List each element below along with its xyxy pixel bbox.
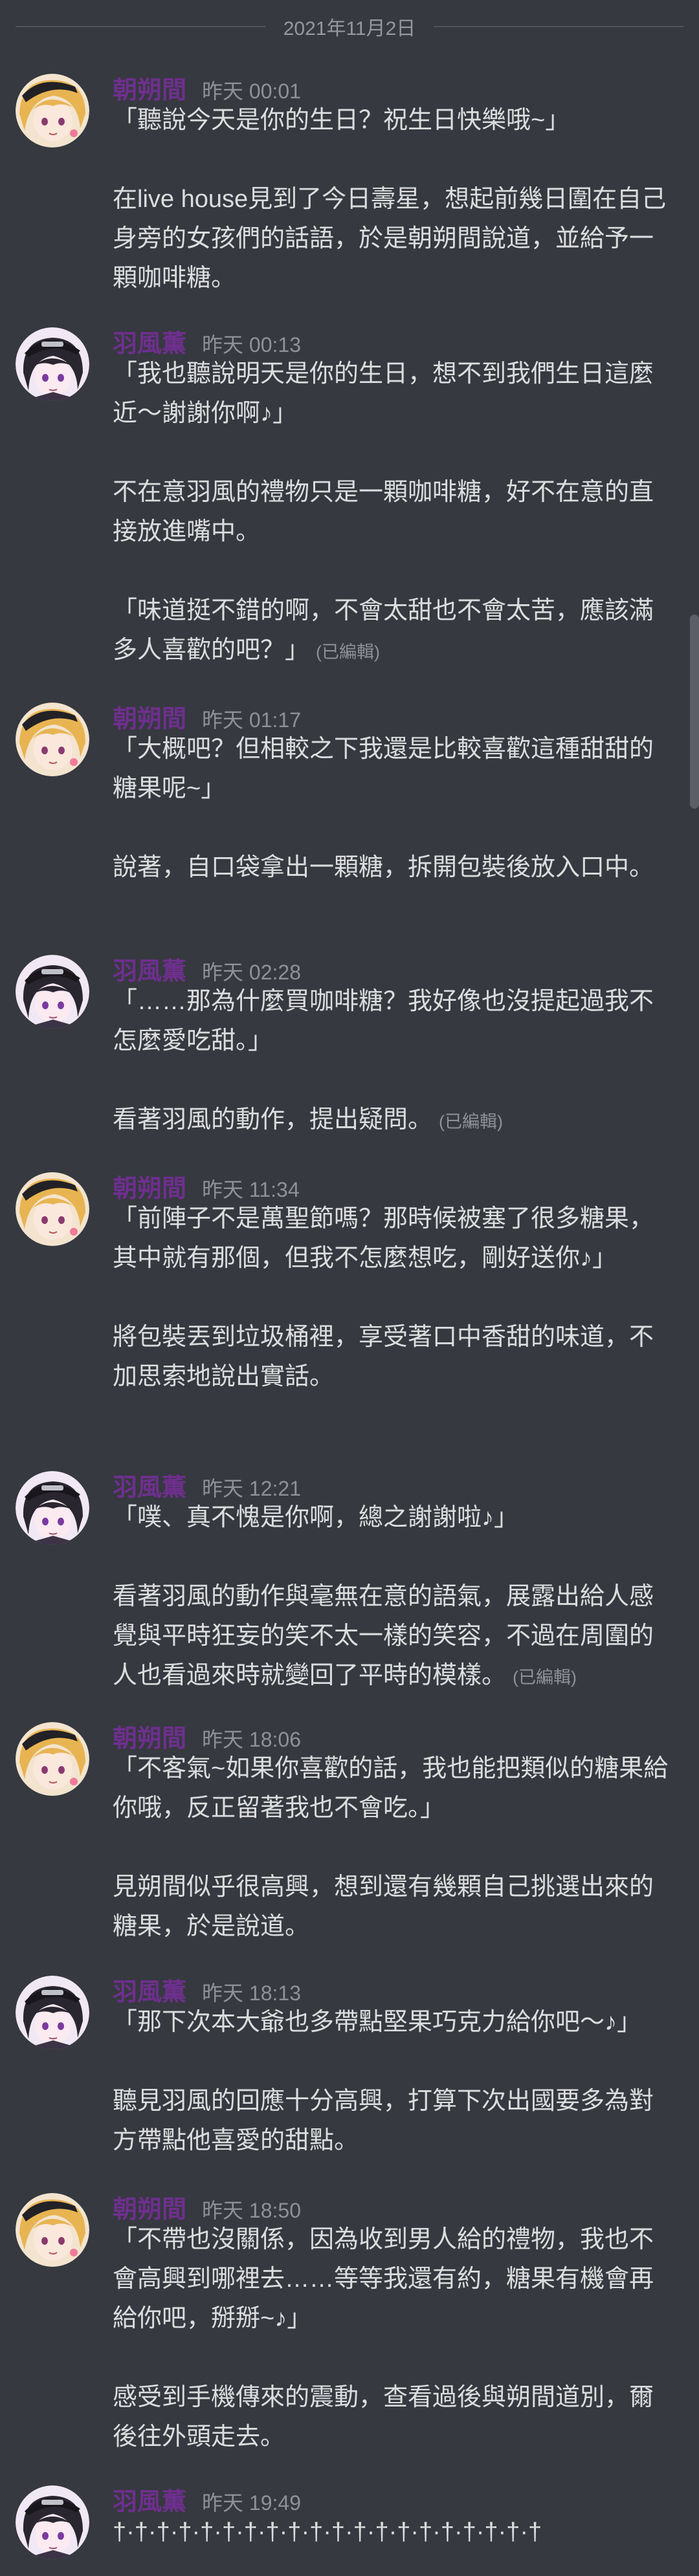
message-header: 朝朔間 昨天 11:34 (113, 1168, 677, 1203)
message-text: 「我也聽說明天是你的生日，想不到我們生日這麼近～謝謝你啊♪」 (113, 360, 654, 427)
message-content: 朝朔間 昨天 01:17 「大概吧？但相較之下我還是比較喜歡這種甜甜的糖果呢~」說著… (113, 699, 677, 888)
username[interactable]: 羽風薫 (113, 1972, 186, 2007)
message-content: 朝朔間 昨天 00:01 「聽說今天是你的生日？祝生日快樂哦~」在live hous… (113, 70, 677, 298)
message-content: 羽風薫 昨天 19:49 †·†·†·†·†·†·†·†·†·†·†·†·†·†·†… (113, 2482, 677, 2552)
message-text: 「噗、真不愧是你啊，總之謝謝啦♪」 (113, 1504, 519, 1531)
divider-line-right (434, 26, 684, 27)
username[interactable]: 朝朔間 (113, 2189, 186, 2225)
message-header: 羽風薫 昨天 12:21 (113, 1467, 677, 1501)
username[interactable]: 羽風薫 (113, 2482, 186, 2517)
message-content: 朝朔間 昨天 11:34 「前陣子不是萬聖節嗎？那時候被塞了很多糖果，其中就有那個，… (113, 1168, 677, 1397)
message-text: 聽見羽風的回應十分高興，打算下次出國要多為對方帶點他喜愛的甜點。 (113, 2088, 654, 2154)
message-text: 「……那為什麼買咖啡糖？我好像也沒提起過我不怎麼愛吃甜。」 (113, 988, 654, 1054)
username[interactable]: 朝朔間 (113, 70, 186, 105)
dark-haired-character-avatar[interactable] (16, 327, 89, 401)
message-header: 羽風薫 昨天 18:13 (113, 1972, 677, 2006)
message-text: 「味道挺不錯的啊，不會太甜也不會太苦，應該滿多人喜歡的吧？」 (已編輯) (113, 597, 654, 664)
blonde-character-avatar[interactable] (16, 1172, 89, 1246)
message-text: 看著羽風的動作與毫無在意的語氣，展露出給人感覺與平時狂妄的笑不太一樣的笑容，不過… (113, 1583, 654, 1689)
chat-message: 羽風薫 昨天 18:13 「那下次本大爺也多帶點堅果巧克力給你吧～♪」聽見羽風的回應… (0, 1972, 690, 2161)
scrollbar-thumb[interactable] (690, 615, 699, 809)
chat-message: 羽風薫 昨天 19:49 †·†·†·†·†·†·†·†·†·†·†·†·†·†·†… (0, 2482, 690, 2559)
date-divider: 2021年11月2日 (16, 16, 684, 39)
message-content: 朝朔間 昨天 18:50 「不帶也沒關係，因為收到男人給的禮物，我也不會高興到哪裡去… (113, 2189, 677, 2457)
dark-haired-character-avatar[interactable] (16, 1471, 89, 1545)
message-header: 朝朔間 昨天 18:06 (113, 1718, 677, 1752)
message-content: 羽風薫 昨天 18:13 「那下次本大爺也多帶點堅果巧克力給你吧～♪」聽見羽風的回應… (113, 1972, 677, 2161)
username[interactable]: 朝朔間 (113, 1718, 186, 1754)
message-text: 「聽說今天是你的生日？祝生日快樂哦~」 (113, 107, 570, 134)
dark-haired-character-avatar[interactable] (16, 955, 89, 1029)
message-content: 羽風薫 昨天 00:13 「我也聽說明天是你的生日，想不到我們生日這麼近～謝謝你啊♪… (113, 323, 677, 672)
message-header: 羽風薫 昨天 19:49 (113, 2482, 677, 2516)
message-text: †·†·†·†·†·†·†·†·†·†·†·†·†·†·†·†·†·†·†·† (113, 2518, 542, 2546)
dark-haired-character-avatar[interactable] (16, 2485, 89, 2559)
message-content: 朝朔間 昨天 18:06 「不客氣~如果你喜歡的話，我也能把類似的糖果給你哦，反正留… (113, 1718, 677, 1947)
message-text: 感受到手機傳來的震動，查看過後與朔間道別，爾後往外頭走去。 (113, 2384, 654, 2450)
message-header: 朝朔間 昨天 01:17 (113, 699, 677, 733)
username[interactable]: 朝朔間 (113, 699, 186, 734)
edited-label: (已編輯) (513, 1668, 577, 1687)
chat-message: 朝朔間 昨天 11:34 「前陣子不是萬聖節嗎？那時候被塞了很多糖果，其中就有那個，… (0, 1168, 690, 1397)
message-text: 「那下次本大爺也多帶點堅果巧克力給你吧～♪」 (113, 2009, 642, 2036)
username[interactable]: 羽風薫 (113, 1467, 186, 1503)
blonde-character-avatar[interactable] (16, 2193, 89, 2267)
dark-haired-character-avatar[interactable] (16, 1976, 89, 2049)
blonde-character-avatar[interactable] (16, 703, 89, 776)
message-header: 羽風薫 昨天 02:28 (113, 951, 677, 985)
chat-message: 朝朔間 昨天 01:17 「大概吧？但相較之下我還是比較喜歡這種甜甜的糖果呢~」說著… (0, 699, 690, 888)
message-text: 將包裝丟到垃圾桶裡，享受著口中香甜的味道，不加思索地說出實話。 (113, 1324, 654, 1390)
message-text: 「不客氣~如果你喜歡的話，我也能把類似的糖果給你哦，反正留著我也不會吃。」 (113, 1755, 669, 1822)
message-content: 羽風薫 昨天 02:28 「……那為什麼買咖啡糖？我好像也沒提起過我不怎麼愛吃甜。」… (113, 951, 677, 1142)
message-text: 「不帶也沒關係，因為收到男人給的禮物，我也不會高興到哪裡去……等等我還有約，糖果… (113, 2226, 654, 2332)
chat-message: 羽風薫 昨天 02:28 「……那為什麼買咖啡糖？我好像也沒提起過我不怎麼愛吃甜。」… (0, 951, 690, 1142)
message-text: 說著，自口袋拿出一顆糖，拆開包裝後放入口中。 (113, 854, 654, 881)
blonde-character-avatar[interactable] (16, 1722, 89, 1796)
blonde-character-avatar[interactable] (16, 74, 89, 147)
message-text: 「前陣子不是萬聖節嗎？那時候被塞了很多糖果，其中就有那個，但我不怎麼想吃，剛好送… (113, 1205, 654, 1272)
username[interactable]: 羽風薫 (113, 951, 186, 987)
divider-date: 2021年11月2日 (283, 18, 416, 39)
username[interactable]: 朝朔間 (113, 1168, 186, 1204)
message-text: 在live house見到了今日壽星，想起前幾日圍在自己身旁的女孩們的話語，於是… (113, 186, 667, 292)
chat-message: 羽風薫 昨天 00:13 「我也聽說明天是你的生日，想不到我們生日這麼近～謝謝你啊♪… (0, 323, 690, 672)
chat-message: 朝朔間 昨天 18:06 「不客氣~如果你喜歡的話，我也能把類似的糖果給你哦，反正留… (0, 1718, 690, 1947)
edited-label: (已編輯) (439, 1112, 503, 1131)
message-header: 羽風薫 昨天 00:13 (113, 323, 677, 358)
chat-message: 羽風薫 昨天 12:21 「噗、真不愧是你啊，總之謝謝啦♪」看著羽風的動作與毫無在意… (0, 1467, 690, 1697)
message-text: 不在意羽風的禮物只是一顆咖啡糖，好不在意的直接放進嘴中。 (113, 479, 654, 545)
divider-line-left (16, 26, 265, 27)
message-content: 羽風薫 昨天 12:21 「噗、真不愧是你啊，總之謝謝啦♪」看著羽風的動作與毫無在意… (113, 1467, 677, 1697)
chat-message: 朝朔間 昨天 18:50 「不帶也沒關係，因為收到男人給的禮物，我也不會高興到哪裡去… (0, 2189, 690, 2457)
message-header: 朝朔間 昨天 00:01 (113, 70, 677, 104)
message-text: 「大概吧？但相較之下我還是比較喜歡這種甜甜的糖果呢~」 (113, 736, 654, 802)
message-text: 看著羽風的動作，提出疑問。 (已編輯) (113, 1106, 503, 1133)
username[interactable]: 羽風薫 (113, 323, 186, 359)
message-text: 見朔間似乎很高興，想到還有幾顆自己挑選出來的糖果，於是說道。 (113, 1873, 654, 1940)
chat-message: 朝朔間 昨天 00:01 「聽說今天是你的生日？祝生日快樂哦~」在live hous… (0, 70, 690, 298)
message-header: 朝朔間 昨天 18:50 (113, 2189, 677, 2223)
edited-label: (已編輯) (316, 642, 380, 662)
